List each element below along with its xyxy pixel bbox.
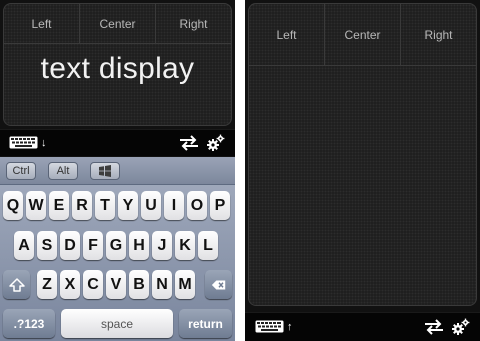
key-x[interactable]: X (60, 270, 80, 299)
key-a[interactable]: A (14, 231, 34, 260)
swap-arrows-icon[interactable] (179, 135, 199, 151)
key-n[interactable]: N (152, 270, 172, 299)
arrow-down-icon: ↓ (41, 136, 47, 149)
keyboard: Ctrl Alt Q W E R T Y U I O P A S D F G H… (0, 157, 235, 341)
key-u[interactable]: U (141, 191, 161, 220)
key-w[interactable]: W (26, 191, 46, 220)
keyboard-icon (9, 136, 38, 149)
gear-icon[interactable] (207, 134, 225, 152)
backspace-icon (211, 280, 225, 289)
key-c[interactable]: C (83, 270, 103, 299)
toolbar: ↓ (0, 129, 235, 156)
right-screen: Left Center Right ↑ (245, 0, 480, 341)
swap-arrows-icon[interactable] (424, 319, 444, 335)
left-screen: Left Center Right text display ↓ Ctrl Al… (0, 0, 235, 341)
touchpad[interactable]: Left Center Right (248, 3, 477, 306)
key-h[interactable]: H (129, 231, 149, 260)
key-p[interactable]: P (210, 191, 230, 220)
alt-key[interactable]: Alt (48, 162, 78, 180)
left-click-button[interactable]: Left (4, 4, 80, 44)
key-f[interactable]: F (83, 231, 103, 260)
mouse-button-bar: Left Center Right (4, 4, 231, 44)
text-display: text display (40, 52, 195, 85)
shift-icon (8, 277, 25, 292)
backspace-key[interactable] (205, 270, 232, 299)
modifier-row: Ctrl Alt (0, 157, 235, 185)
key-z[interactable]: Z (37, 270, 57, 299)
ctrl-key[interactable]: Ctrl (6, 162, 36, 180)
key-v[interactable]: V (106, 270, 126, 299)
center-click-button[interactable]: Center (325, 4, 401, 66)
touchpad[interactable]: Left Center Right text display (3, 3, 232, 126)
arrow-up-icon: ↑ (287, 320, 293, 333)
gear-icon[interactable] (452, 318, 470, 336)
toolbar: ↑ (245, 312, 480, 341)
key-y[interactable]: Y (118, 191, 138, 220)
return-key[interactable]: return (179, 309, 232, 338)
keyboard-toggle-button[interactable]: ↓ (9, 136, 47, 149)
key-i[interactable]: I (164, 191, 184, 220)
right-click-button[interactable]: Right (401, 4, 476, 66)
key-t[interactable]: T (95, 191, 115, 220)
key-b[interactable]: B (129, 270, 149, 299)
key-k[interactable]: K (175, 231, 195, 260)
key-g[interactable]: G (106, 231, 126, 260)
key-s[interactable]: S (37, 231, 57, 260)
keyboard-icon (255, 320, 284, 333)
left-click-button[interactable]: Left (249, 4, 325, 66)
keyboard-toggle-button[interactable]: ↑ (255, 320, 293, 333)
space-key[interactable]: space (61, 309, 173, 338)
key-j[interactable]: J (152, 231, 172, 260)
center-click-button[interactable]: Center (80, 4, 156, 44)
divider (235, 0, 245, 341)
right-click-button[interactable]: Right (156, 4, 231, 44)
windows-key[interactable] (90, 162, 120, 180)
numbers-key[interactable]: .?123 (3, 309, 55, 338)
key-o[interactable]: O (187, 191, 207, 220)
key-e[interactable]: E (49, 191, 69, 220)
key-l[interactable]: L (198, 231, 218, 260)
key-d[interactable]: D (60, 231, 80, 260)
windows-logo-icon (99, 165, 111, 177)
key-q[interactable]: Q (3, 191, 23, 220)
key-m[interactable]: M (175, 270, 195, 299)
mouse-button-bar: Left Center Right (249, 4, 476, 66)
shift-key[interactable] (3, 270, 30, 299)
key-r[interactable]: R (72, 191, 92, 220)
